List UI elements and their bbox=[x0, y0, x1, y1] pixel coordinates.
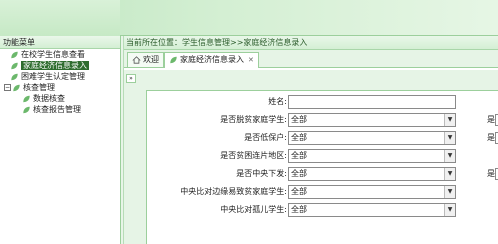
main-area: 当前所在位置：学生信息管理>>家庭经济信息录入 欢迎 家庭经济信息录入 ✕ » 姓… bbox=[124, 36, 498, 244]
field-label: 是否中央下发: bbox=[236, 169, 287, 178]
select-value: 全部 bbox=[291, 115, 307, 124]
truncated-field-label: 是 bbox=[487, 115, 495, 124]
sidebar-item-label: 在校学生信息查看 bbox=[21, 50, 85, 59]
breadcrumb: 当前所在位置：学生信息管理>>家庭经济信息录入 bbox=[124, 36, 498, 50]
leaf-icon bbox=[170, 56, 177, 63]
leaf-icon bbox=[11, 73, 18, 80]
filter-select[interactable]: 全部 ▼ bbox=[288, 149, 456, 163]
select-value: 全部 bbox=[291, 169, 307, 178]
banner-decoration bbox=[0, 0, 120, 36]
field-label: 是否贫困连片地区: bbox=[220, 151, 287, 160]
select-value: 全部 bbox=[291, 187, 307, 196]
filter-select[interactable]: 全部 ▼ bbox=[288, 131, 456, 145]
filter-select[interactable]: 全部 ▼ bbox=[288, 185, 456, 199]
tab-family-economy-label: 家庭经济信息录入 bbox=[180, 55, 244, 64]
field-label: 姓名: bbox=[268, 97, 287, 106]
form-row: 是否贫困连片地区: 全部 ▼ bbox=[147, 149, 498, 163]
sidebar-item[interactable]: 家庭经济信息录入 bbox=[0, 60, 120, 71]
sidebar-item[interactable]: 数据核查 bbox=[0, 93, 120, 104]
field-label: 中央比对边缘易致贫家庭学生: bbox=[180, 187, 287, 196]
select-value: 全部 bbox=[291, 205, 307, 214]
filter-select[interactable]: 全部 ▼ bbox=[288, 203, 456, 217]
sidebar-item-label: 数据核查 bbox=[33, 94, 65, 103]
chevron-down-icon[interactable]: ▼ bbox=[444, 204, 455, 216]
search-form: 姓名: 是否脱贫家庭学生: 全部 ▼ 是是否低保户: 全部 ▼ 是是否贫困连片地区: 全部 ▼ 是否… bbox=[146, 90, 498, 244]
sidebar: 功能菜单 在校学生信息查看 家庭经济信息录入 困难学生认定管理 − 核查管理 数据核查 核查… bbox=[0, 36, 121, 244]
field-label: 是否脱贫家庭学生: bbox=[220, 115, 287, 124]
leaf-icon bbox=[23, 106, 30, 113]
sidebar-title: 功能菜单 bbox=[0, 36, 120, 49]
filter-select[interactable]: 全部 ▼ bbox=[288, 167, 456, 181]
tab-welcome[interactable]: 欢迎 bbox=[127, 52, 164, 67]
sidebar-item-label: 核查管理 bbox=[23, 83, 55, 92]
filter-select[interactable]: 全部 ▼ bbox=[288, 113, 456, 127]
chevron-down-icon[interactable]: ▼ bbox=[444, 150, 455, 162]
form-row: 姓名: bbox=[147, 95, 498, 109]
leaf-icon bbox=[11, 62, 18, 69]
chevron-down-icon[interactable]: ▼ bbox=[444, 114, 455, 126]
sidebar-item-label: 困难学生认定管理 bbox=[21, 72, 85, 81]
truncated-field-label: 是 bbox=[487, 133, 495, 142]
form-row: 中央比对边缘易致贫家庭学生: 全部 ▼ bbox=[147, 185, 498, 199]
tab-welcome-label: 欢迎 bbox=[143, 55, 159, 64]
truncated-field-label: 是 bbox=[487, 169, 495, 178]
leaf-icon bbox=[11, 51, 18, 58]
sidebar-item[interactable]: 困难学生认定管理 bbox=[0, 71, 120, 82]
close-icon[interactable]: ✕ bbox=[248, 53, 254, 67]
tab-bar: 欢迎 家庭经济信息录入 ✕ bbox=[124, 50, 498, 68]
form-row: 是否低保户: 全部 ▼ 是 bbox=[147, 131, 498, 145]
home-icon bbox=[132, 55, 141, 64]
app-header-banner bbox=[0, 0, 498, 36]
sidebar-item[interactable]: − 核查管理 bbox=[0, 82, 120, 93]
collapse-button[interactable]: » bbox=[126, 74, 136, 83]
select-value: 全部 bbox=[291, 133, 307, 142]
leaf-icon bbox=[23, 95, 30, 102]
select-value: 全部 bbox=[291, 151, 307, 160]
chevron-down-icon[interactable]: ▼ bbox=[444, 132, 455, 144]
leaf-icon bbox=[13, 84, 20, 91]
name-input[interactable] bbox=[288, 95, 456, 109]
sidebar-item-label: 家庭经济信息录入 bbox=[21, 61, 89, 70]
sidebar-item-label: 核查报告管理 bbox=[33, 105, 81, 114]
sidebar-item[interactable]: 在校学生信息查看 bbox=[0, 49, 120, 60]
sidebar-item[interactable]: 核查报告管理 bbox=[0, 104, 120, 115]
tab-family-economy[interactable]: 家庭经济信息录入 ✕ bbox=[164, 52, 259, 68]
content-area: » 姓名: 是否脱贫家庭学生: 全部 ▼ 是是否低保户: 全部 ▼ 是是否贫困连片地区: 全部 ▼… bbox=[124, 70, 498, 244]
form-row: 中央比对孤儿学生: 全部 ▼ bbox=[147, 203, 498, 217]
field-label: 是否低保户: bbox=[244, 133, 287, 142]
collapse-tree-icon[interactable]: − bbox=[4, 84, 11, 91]
form-row: 是否脱贫家庭学生: 全部 ▼ 是 bbox=[147, 113, 498, 127]
field-label: 中央比对孤儿学生: bbox=[220, 205, 287, 214]
form-row: 是否中央下发: 全部 ▼ 是 bbox=[147, 167, 498, 181]
chevron-down-icon[interactable]: ▼ bbox=[444, 186, 455, 198]
sidebar-menu: 在校学生信息查看 家庭经济信息录入 困难学生认定管理 − 核查管理数据核查核查报告管理 bbox=[0, 49, 120, 115]
chevron-down-icon[interactable]: ▼ bbox=[444, 168, 455, 180]
